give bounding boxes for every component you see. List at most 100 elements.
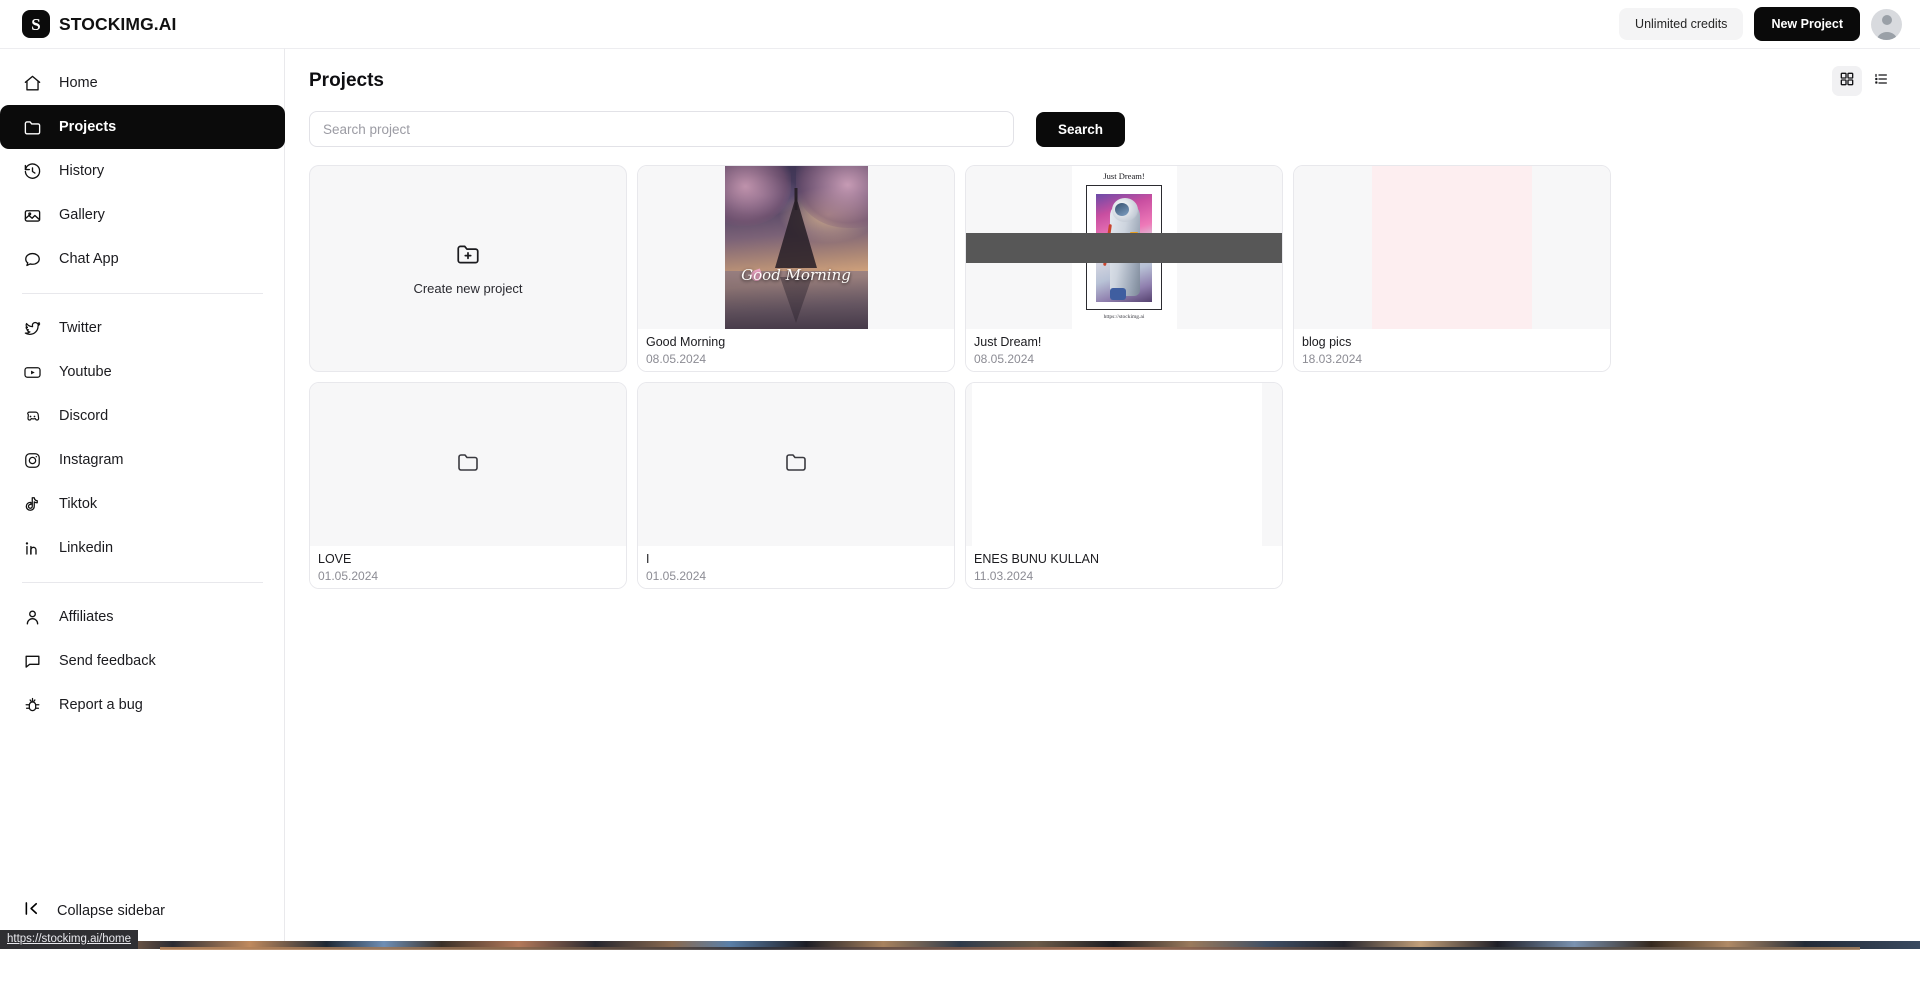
sidebar-item-label: Twitter [59,320,102,336]
sidebar-item-label: Instagram [59,452,124,468]
home-icon [22,73,43,94]
project-date: 18.03.2024 [1302,352,1363,366]
sidebar-item-label: Discord [59,408,109,424]
sidebar-item-linkedin[interactable]: Linkedin [0,526,285,570]
instagram-icon [22,450,43,471]
project-card-i[interactable]: I 01.05.2024 [637,382,955,589]
project-meta: ENES BUNU KULLAN 11.03.2024 [966,546,1282,588]
linkedin-icon [22,538,43,559]
sidebar-item-tiktok[interactable]: Tiktok [0,482,285,526]
sidebar-divider-2 [22,582,263,583]
folder-icon [456,450,480,479]
project-name: ENES BUNU KULLAN [974,552,1100,566]
tiktok-icon [22,494,43,515]
user-icon [22,607,43,628]
astronaut-visor [1115,202,1129,216]
sidebar-item-home[interactable]: Home [0,61,285,105]
collapse-sidebar-button[interactable]: Collapse sidebar [0,891,165,931]
header-actions: Unlimited credits New Project [1619,7,1902,41]
sidebar-item-twitter[interactable]: Twitter [0,306,285,350]
sidebar-divider-1 [22,293,263,294]
avatar[interactable] [1871,8,1902,40]
brand-name: STOCKIMG.AI [59,13,177,34]
project-card-blog-pics[interactable]: blog pics 18.03.2024 [1293,165,1611,372]
sidebar-item-label: Youtube [59,364,112,380]
project-meta: LOVE 01.05.2024 [310,546,626,588]
stockimg-logo-icon: S [22,10,50,38]
project-name: LOVE [318,552,352,566]
artwork-overlay-text: Good Morning [741,266,851,284]
discord-icon [22,406,43,427]
project-name: blog pics [1302,335,1352,349]
sidebar-support-group: Affiliates Send feedback Report a bug [0,595,284,727]
sidebar-item-instagram[interactable]: Instagram [0,438,285,482]
project-name: I [646,552,650,566]
sidebar-item-send-feedback[interactable]: Send feedback [0,639,285,683]
search-input[interactable] [309,111,1014,147]
project-card-enes-bunu-kullan[interactable]: ENES BUNU KULLAN 11.03.2024 [965,382,1283,589]
project-name: Good Morning [646,335,726,349]
sidebar-item-label: History [59,163,105,179]
sidebar-item-label: Chat App [59,251,119,267]
history-icon [22,161,43,182]
pink-blank-thumbnail [1294,166,1610,329]
sidebar-item-projects[interactable]: Projects [0,105,285,149]
sidebar-item-chat-app[interactable]: Chat App [0,237,285,281]
sidebar-item-gallery[interactable]: Gallery [0,193,285,237]
sidebar-item-label: Tiktok [59,496,98,512]
bug-icon [22,695,43,716]
create-new-project-inner: Create new project [413,241,523,296]
sidebar-item-affiliates[interactable]: Affiliates [0,595,285,639]
gallery-icon [22,205,43,226]
list-view-button[interactable] [1866,66,1896,96]
page-title: Projects [309,70,384,91]
project-thumbnail: Just Dream! https://stockimg.ai [966,166,1282,329]
project-card-good-morning[interactable]: Good Morning Good Morning 08.05.2024 [637,165,955,372]
brand-logo[interactable]: S STOCKIMG.AI [22,10,176,38]
create-new-project-label: Create new project [413,281,523,296]
search-row: Search [285,111,1920,147]
poster-caption: https://stockimg.ai [1103,314,1145,320]
sidebar: Home Projects History Gallery Chat App T… [0,48,285,941]
project-thumbnail [638,383,954,546]
grid-icon [1839,71,1855,92]
white-blank-thumbnail [966,383,1282,546]
main-content: Projects Search Create new [285,48,1920,941]
search-button[interactable]: Search [1036,111,1126,147]
project-meta: Good Morning 08.05.2024 [638,329,954,371]
project-thumbnail [310,383,626,546]
folder-plus-icon [455,241,481,272]
project-date: 01.05.2024 [646,569,707,583]
white-panel [972,383,1262,546]
status-bar-url: https://stockimg.ai/home [0,930,138,949]
project-meta: Just Dream! 08.05.2024 [966,329,1282,371]
astronaut-boot [1110,287,1126,300]
new-project-button[interactable]: New Project [1754,7,1860,41]
sidebar-item-youtube[interactable]: Youtube [0,350,285,394]
sidebar-primary-group: Home Projects History Gallery Chat App [0,61,285,281]
sidebar-item-label: Affiliates [59,609,114,625]
youtube-icon [22,362,43,383]
credits-badge[interactable]: Unlimited credits [1619,8,1744,40]
poster-title: Just Dream! [1103,171,1145,181]
project-card-love[interactable]: LOVE 01.05.2024 [309,382,627,589]
sidebar-item-label: Linkedin [59,540,114,556]
folder-icon [784,450,808,479]
project-date: 11.03.2024 [974,569,1034,583]
chevron-left-bar-icon [22,899,41,923]
sidebar-item-history[interactable]: History [0,149,285,193]
project-card-just-dream[interactable]: Just Dream! https://stockimg.ai Just Dre… [965,165,1283,372]
sidebar-item-discord[interactable]: Discord [0,394,285,438]
sidebar-item-report-a-bug[interactable]: Report a bug [0,683,285,727]
eiffel-tower-icon [775,196,817,268]
grid-view-button[interactable] [1832,66,1862,96]
project-date: 01.05.2024 [318,569,379,583]
project-date: 08.05.2024 [646,352,707,366]
project-thumbnail: Good Morning [638,166,954,329]
project-meta: I 01.05.2024 [638,546,954,588]
good-morning-artwork: Good Morning [724,166,868,329]
project-thumbnail [966,383,1282,546]
sidebar-item-label: Projects [59,119,117,135]
create-new-project-card[interactable]: Create new project [309,165,627,372]
chat-bubble-icon [22,249,43,270]
